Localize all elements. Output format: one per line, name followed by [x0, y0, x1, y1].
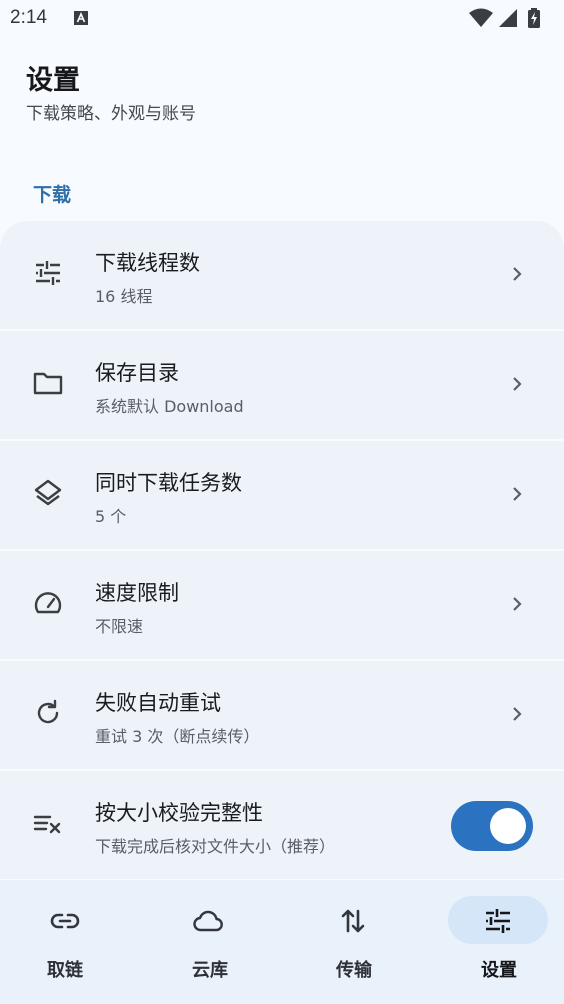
keyboard-a-icon — [74, 11, 88, 25]
toggle-knob — [490, 808, 526, 844]
bottom-nav: 取链 云库 传输 设置 — [0, 880, 564, 1004]
status-bar: 2:14 — [0, 0, 564, 36]
nav-tab-transfer[interactable]: 传输 — [289, 880, 430, 1004]
setting-value: 系统默认 Download — [95, 397, 244, 416]
refresh-icon — [37, 699, 59, 724]
setting-concurrent-tasks[interactable]: 同时下载任务数 5 个 — [0, 441, 564, 549]
wifi-icon — [469, 8, 493, 27]
setting-title: 同时下载任务数 — [95, 471, 242, 495]
folder-icon — [33, 372, 63, 395]
link-icon — [50, 913, 80, 929]
chevron-right-icon — [513, 707, 522, 721]
nav-label: 取链 — [47, 960, 83, 981]
nav-tab-settings[interactable]: 设置 — [424, 880, 564, 1004]
sliders-icon — [486, 909, 510, 933]
nav-label: 设置 — [481, 960, 517, 981]
setting-value: 16 线程 — [95, 287, 153, 306]
nav-tab-link[interactable]: 取链 — [0, 880, 141, 1004]
signal-icon — [499, 9, 517, 27]
chevron-right-icon — [513, 487, 522, 501]
setting-title: 失败自动重试 — [95, 691, 221, 715]
setting-download-threads[interactable]: 下载线程数 16 线程 — [0, 221, 564, 329]
nav-tab-cloud[interactable]: 云库 — [145, 880, 286, 1004]
nav-label: 云库 — [192, 960, 228, 981]
list-check-icon — [33, 815, 61, 834]
page-subtitle: 下载策略、外观与账号 — [26, 104, 196, 124]
setting-title: 速度限制 — [95, 581, 179, 605]
setting-save-directory[interactable]: 保存目录 系统默认 Download — [0, 331, 564, 439]
setting-title: 下载线程数 — [95, 251, 200, 275]
setting-size-verification[interactable]: 按大小校验完整性 下载完成后核对文件大小（推荐） — [0, 771, 564, 879]
layers-icon — [34, 479, 62, 506]
setting-auto-retry[interactable]: 失败自动重试 重试 3 次（断点续传） — [0, 661, 564, 769]
size-verification-toggle[interactable] — [451, 801, 533, 851]
sliders-icon — [36, 261, 60, 285]
section-label-download: 下载 — [33, 184, 72, 206]
nav-label: 传输 — [336, 960, 372, 981]
status-time: 2:14 — [10, 7, 47, 28]
setting-value: 5 个 — [95, 507, 127, 526]
setting-value: 下载完成后核对文件大小（推荐） — [95, 837, 336, 856]
chevron-right-icon — [513, 597, 522, 611]
chevron-right-icon — [513, 267, 522, 281]
setting-value: 重试 3 次（断点续传） — [95, 727, 260, 746]
settings-list: 下载线程数 16 线程 保存目录 系统默认 Download 同时下载任务数 5… — [0, 221, 564, 881]
chevron-right-icon — [513, 377, 522, 391]
setting-title: 按大小校验完整性 — [95, 801, 263, 825]
setting-value: 不限速 — [95, 617, 144, 636]
battery-charging-icon — [528, 8, 540, 28]
transfer-icon — [341, 909, 365, 933]
setting-speed-limit[interactable]: 速度限制 不限速 — [0, 551, 564, 659]
page-title: 设置 — [26, 65, 80, 96]
cloud-icon — [193, 910, 223, 932]
setting-title: 保存目录 — [95, 361, 179, 385]
speedometer-icon — [34, 592, 62, 614]
